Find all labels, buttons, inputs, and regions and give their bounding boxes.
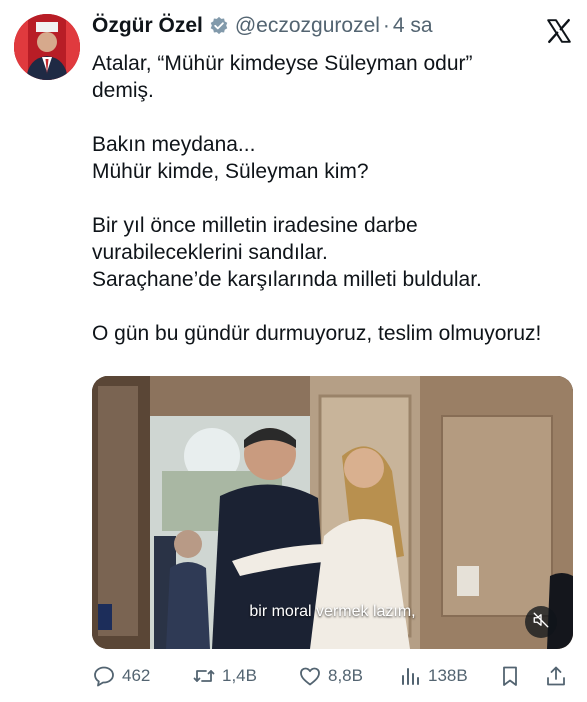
repost-button[interactable]: 1,4B (192, 664, 257, 688)
author-name[interactable]: Özgür Özel (92, 12, 203, 40)
bookmark-button[interactable] (498, 664, 522, 688)
reply-button[interactable]: 462 (92, 664, 150, 688)
tweet-text-line: Atalar, “Mühür kimdeyse Süleyman odur” (92, 52, 473, 75)
verified-badge-icon (209, 16, 229, 36)
separator-dot: · (382, 14, 390, 37)
tweet-text-line: Bir yıl önce milletin iradesine darbe (92, 214, 418, 237)
like-count: 8,8B (328, 666, 363, 685)
repost-icon (193, 670, 215, 682)
mute-button[interactable] (525, 606, 557, 638)
reply-count: 462 (122, 666, 151, 685)
speaker-muted-icon (532, 611, 550, 634)
tweet-text-line: demiş. (92, 79, 154, 102)
tweet-text-line: O gün bu gündür durmuyoruz, teslim olmuy… (92, 322, 542, 345)
tweet-actions: 462 1,4B 8,8B 138B (92, 664, 573, 692)
tweet-timestamp[interactable]: 4 sa (393, 12, 433, 40)
video-player[interactable]: bir moral vermek lazım, (92, 376, 573, 649)
reply-icon (94, 666, 114, 687)
tweet-text-line: vurabileceklerini sandılar. (92, 241, 328, 264)
views-button[interactable]: 138B (398, 664, 468, 688)
x-logo-icon[interactable] (546, 18, 572, 44)
tweet-header: Özgür Özel @eczozgurozel · 4 sa (92, 12, 433, 40)
tweet-text: Atalar, “Mühür kimdeyse Süleyman odur” d… (92, 50, 578, 347)
author-avatar[interactable] (14, 14, 80, 80)
tweet-text-line: Bakın meydana... (92, 133, 256, 156)
video-subtitle: bir moral vermek lazım, (249, 603, 416, 620)
views-count: 138B (428, 666, 468, 685)
tweet-text-line: Saraçhane’de karşılarında milleti buldul… (92, 268, 482, 291)
bookmark-icon (503, 666, 517, 686)
analytics-icon (402, 668, 419, 685)
heart-icon (300, 667, 320, 686)
share-button[interactable] (544, 664, 568, 688)
share-icon (547, 666, 565, 686)
like-button[interactable]: 8,8B (298, 664, 363, 688)
tweet-text-line: Mühür kimde, Süleyman kim? (92, 160, 369, 183)
author-handle[interactable]: @eczozgurozel (235, 12, 380, 40)
repost-count: 1,4B (222, 666, 257, 685)
